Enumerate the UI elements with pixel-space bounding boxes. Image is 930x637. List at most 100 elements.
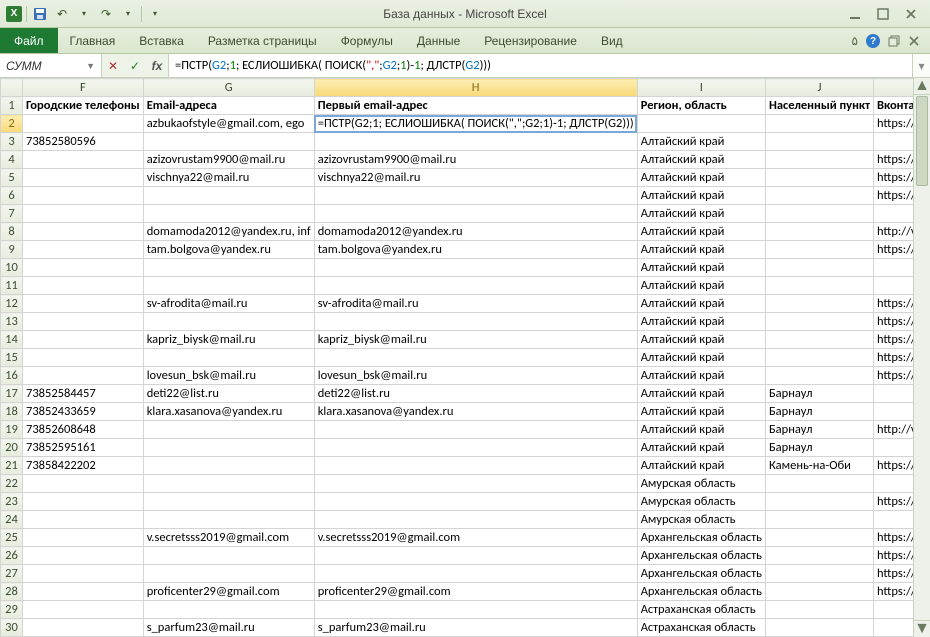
row-header[interactable]: 25 bbox=[1, 529, 23, 547]
cell[interactable] bbox=[765, 565, 873, 583]
cell[interactable] bbox=[23, 619, 144, 637]
cell[interactable]: proficenter29@gmail.com bbox=[143, 583, 314, 601]
cell[interactable] bbox=[143, 457, 314, 475]
cell[interactable] bbox=[765, 277, 873, 295]
cell[interactable] bbox=[314, 205, 637, 223]
cell[interactable]: Алтайский край bbox=[637, 313, 765, 331]
cell[interactable] bbox=[765, 475, 873, 493]
row-header[interactable]: 22 bbox=[1, 475, 23, 493]
cell[interactable]: Городские телефоны bbox=[23, 97, 144, 115]
cell[interactable] bbox=[23, 331, 144, 349]
cell[interactable]: Архангельская область bbox=[637, 547, 765, 565]
cell[interactable] bbox=[143, 187, 314, 205]
cell[interactable]: =ПСТР(G2;1; ЕСЛИОШИБКА( ПОИСК(",";G2;1)-… bbox=[314, 115, 637, 133]
row-header[interactable]: 21 bbox=[1, 457, 23, 475]
cell[interactable] bbox=[765, 583, 873, 601]
row-header[interactable]: 17 bbox=[1, 385, 23, 403]
row-header[interactable]: 12 bbox=[1, 295, 23, 313]
save-icon[interactable] bbox=[31, 5, 49, 23]
worksheet-grid[interactable]: F G H I J K 1Городские телефоныEmail-адр… bbox=[0, 78, 930, 637]
workbook-restore-icon[interactable] bbox=[888, 35, 900, 47]
cell[interactable] bbox=[23, 169, 144, 187]
redo-icon[interactable]: ↷ bbox=[97, 5, 115, 23]
cell[interactable]: Амурская область bbox=[637, 475, 765, 493]
cell[interactable]: v.secretsss2019@gmail.com bbox=[143, 529, 314, 547]
cell[interactable] bbox=[23, 187, 144, 205]
cell[interactable]: s_parfum23@mail.ru bbox=[314, 619, 637, 637]
undo-icon[interactable]: ↶ bbox=[53, 5, 71, 23]
cell[interactable] bbox=[143, 601, 314, 619]
cell[interactable]: azizovrustam9900@mail.ru bbox=[143, 151, 314, 169]
cell[interactable]: Астраханская область bbox=[637, 619, 765, 637]
cell[interactable] bbox=[143, 439, 314, 457]
cell[interactable] bbox=[765, 349, 873, 367]
col-header-J[interactable]: J bbox=[765, 79, 873, 97]
cell[interactable] bbox=[314, 187, 637, 205]
formula-input[interactable]: =ПСТР(G2;1; ЕСЛИОШИБКА( ПОИСК(",";G2;1)-… bbox=[169, 54, 912, 77]
cell[interactable] bbox=[637, 115, 765, 133]
cell[interactable] bbox=[23, 367, 144, 385]
cell[interactable]: Алтайский край bbox=[637, 403, 765, 421]
cell[interactable]: Алтайский край bbox=[637, 295, 765, 313]
cell[interactable] bbox=[23, 475, 144, 493]
ribbon-tab-view[interactable]: Вид bbox=[589, 28, 635, 53]
cell[interactable] bbox=[23, 601, 144, 619]
cell[interactable]: Алтайский край bbox=[637, 367, 765, 385]
cell[interactable] bbox=[765, 169, 873, 187]
cell[interactable]: Барнаул bbox=[765, 421, 873, 439]
cell[interactable]: Алтайский край bbox=[637, 205, 765, 223]
redo-dropdown-icon[interactable]: ▾ bbox=[119, 5, 137, 23]
cell[interactable]: Алтайский край bbox=[637, 151, 765, 169]
cell[interactable]: azizovrustam9900@mail.ru bbox=[314, 151, 637, 169]
cell[interactable]: Алтайский край bbox=[637, 133, 765, 151]
ribbon-tab-formulas[interactable]: Формулы bbox=[329, 28, 405, 53]
col-header-G[interactable]: G bbox=[143, 79, 314, 97]
cell[interactable]: Барнаул bbox=[765, 403, 873, 421]
minimize-button[interactable] bbox=[846, 5, 864, 23]
cell[interactable]: Алтайский край bbox=[637, 277, 765, 295]
cell[interactable]: Алтайский край bbox=[637, 385, 765, 403]
row-header[interactable]: 3 bbox=[1, 133, 23, 151]
cell[interactable]: klara.xasanova@yandex.ru bbox=[314, 403, 637, 421]
row-header[interactable]: 30 bbox=[1, 619, 23, 637]
row-header[interactable]: 27 bbox=[1, 565, 23, 583]
scroll-up-icon[interactable]: ▲ bbox=[914, 78, 930, 95]
cell[interactable] bbox=[143, 205, 314, 223]
cell[interactable] bbox=[765, 115, 873, 133]
maximize-button[interactable] bbox=[874, 5, 892, 23]
cell[interactable]: vischnya22@mail.ru bbox=[143, 169, 314, 187]
cell[interactable] bbox=[143, 565, 314, 583]
cell[interactable] bbox=[765, 187, 873, 205]
cell[interactable]: 73852580596 bbox=[23, 133, 144, 151]
cell[interactable]: Регион, область bbox=[637, 97, 765, 115]
cell[interactable]: Архангельская область bbox=[637, 565, 765, 583]
cell[interactable]: kapriz_biysk@mail.ru bbox=[143, 331, 314, 349]
cell[interactable]: tam.bolgova@yandex.ru bbox=[314, 241, 637, 259]
cell[interactable] bbox=[765, 601, 873, 619]
cell[interactable] bbox=[23, 223, 144, 241]
cell[interactable]: Алтайский край bbox=[637, 331, 765, 349]
cell[interactable] bbox=[314, 133, 637, 151]
row-header[interactable]: 24 bbox=[1, 511, 23, 529]
cell[interactable]: tam.bolgova@yandex.ru bbox=[143, 241, 314, 259]
cell[interactable]: azbukaofstyle@gmail.com, ego bbox=[143, 115, 314, 133]
ribbon-tab-data[interactable]: Данные bbox=[405, 28, 472, 53]
row-header[interactable]: 28 bbox=[1, 583, 23, 601]
cell[interactable] bbox=[314, 565, 637, 583]
cell[interactable]: Алтайский край bbox=[637, 457, 765, 475]
cell[interactable] bbox=[143, 493, 314, 511]
cell[interactable]: Архангельская область bbox=[637, 583, 765, 601]
ribbon-minimize-icon[interactable]: ۵ bbox=[852, 34, 858, 48]
scroll-down-icon[interactable]: ▼ bbox=[914, 620, 930, 637]
scroll-thumb[interactable] bbox=[916, 96, 928, 186]
row-header[interactable]: 6 bbox=[1, 187, 23, 205]
cell[interactable] bbox=[23, 547, 144, 565]
cell[interactable]: Алтайский край bbox=[637, 223, 765, 241]
cell[interactable]: domamoda2012@yandex.ru, inf bbox=[143, 223, 314, 241]
cell[interactable] bbox=[23, 295, 144, 313]
file-tab[interactable]: Файл bbox=[0, 28, 58, 53]
cell[interactable] bbox=[314, 547, 637, 565]
name-box[interactable]: СУММ ▼ bbox=[0, 54, 102, 77]
row-header[interactable]: 4 bbox=[1, 151, 23, 169]
cell[interactable] bbox=[314, 439, 637, 457]
